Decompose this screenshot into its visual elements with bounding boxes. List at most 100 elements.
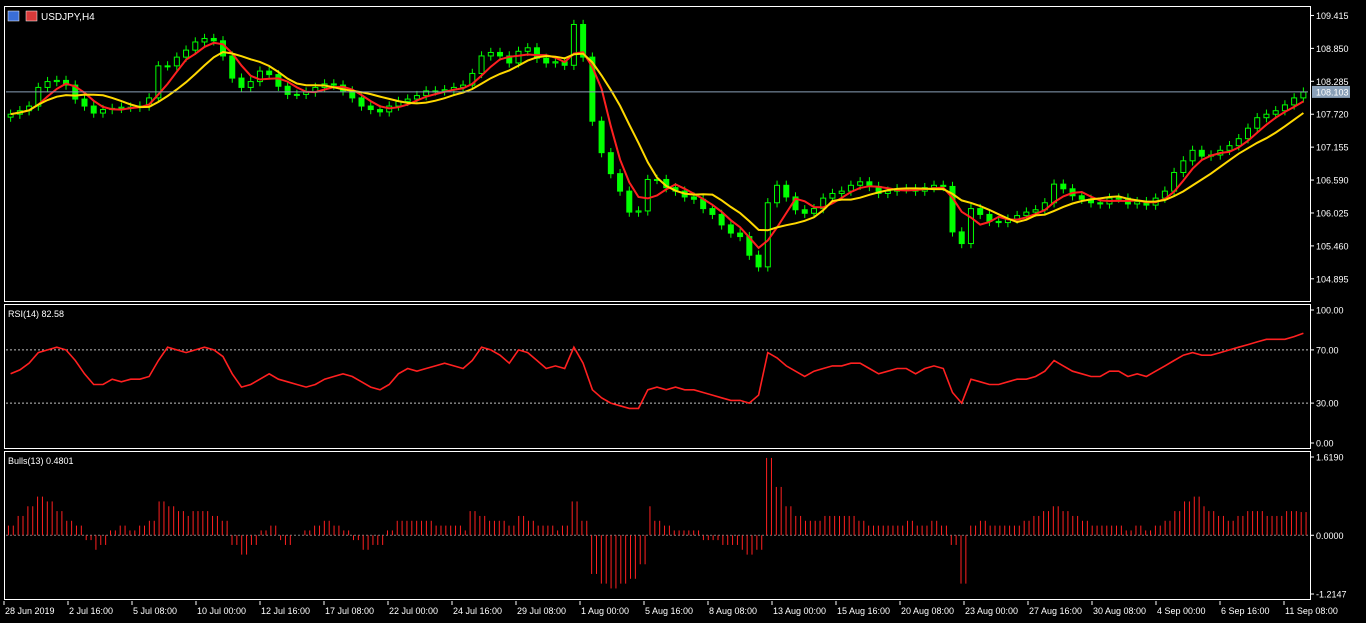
candle-body (1060, 183, 1067, 190)
rsi-panel[interactable] (4, 304, 1311, 449)
candles-icon[interactable] (7, 10, 20, 22)
candle (755, 250, 762, 272)
rsi-plot: 100.00 70.00 30.00 0.00 (6, 306, 1344, 449)
candle-body (118, 106, 125, 109)
chart-header: USDJPY,H4 (7, 10, 95, 23)
y-tick-label: 109.415 (1316, 11, 1349, 21)
candle-body (229, 55, 236, 79)
rsi-y-tick-label: 100.00 (1316, 306, 1344, 316)
candle-body (857, 181, 864, 186)
candle-body (1235, 138, 1242, 147)
candle (570, 19, 577, 70)
candle (931, 180, 938, 193)
x-tick-label: 20 Aug 08:00 (901, 606, 954, 616)
candle (44, 76, 51, 93)
candle (90, 101, 97, 118)
x-tick-label: 28 Jun 2019 (5, 606, 55, 616)
candle (238, 73, 245, 93)
candle-body (1115, 197, 1122, 200)
candle-body (330, 83, 337, 86)
y-tick-label: 105.460 (1316, 241, 1349, 251)
candle-body (543, 57, 550, 64)
candle (792, 192, 799, 215)
candle-body (99, 109, 106, 114)
candle-body (247, 81, 254, 88)
candle-body (413, 95, 420, 100)
candle-body (90, 105, 97, 114)
ma-fast-line (10, 41, 1304, 250)
price-plot: 108.103 109.415 108.850 108.285 107.720 107.1… (6, 11, 1350, 284)
candle (986, 209, 993, 227)
candle (1263, 109, 1270, 123)
candle-body (1300, 91, 1307, 99)
x-tick-label: 22 Jul 00:00 (389, 606, 438, 616)
x-tick-label: 27 Aug 16:00 (1029, 606, 1082, 616)
candle-body (838, 190, 845, 194)
x-tick-label: 30 Aug 08:00 (1093, 606, 1146, 616)
candle-body (1244, 127, 1251, 140)
candle (598, 116, 605, 158)
candle-body (626, 190, 633, 213)
bulls-title: Bulls(13) 0.4801 (8, 456, 74, 466)
candle-body (829, 192, 836, 199)
candle (247, 76, 254, 93)
candle (644, 174, 651, 216)
candle-body (709, 208, 716, 215)
properties-icon[interactable] (25, 10, 38, 22)
candle-body (977, 208, 984, 215)
x-tick-label: 8 Aug 08:00 (709, 606, 757, 616)
candle (164, 61, 171, 71)
candle-body (940, 184, 947, 187)
candle-body (570, 23, 577, 66)
bulls-panel[interactable] (4, 451, 1311, 600)
bulls-y-tick-label: 1.6190 (1316, 453, 1344, 463)
candle (783, 180, 790, 202)
candle-body (376, 109, 383, 113)
candle (118, 102, 125, 114)
candle (7, 109, 14, 122)
candle-body (1032, 209, 1039, 213)
candle-body (995, 220, 1002, 224)
candle-body (1097, 202, 1104, 205)
chart-window[interactable]: USDJPY,H4 108.103109.415108.850108.28510… (0, 0, 1366, 623)
axes: 28 Jun 2019 2 Jul 16:00 5 Jul 08:00 10 Jul … (3, 601, 1338, 616)
candle (967, 203, 974, 249)
x-tick-label: 6 Sep 16:00 (1221, 606, 1270, 616)
candle (607, 148, 614, 179)
candle-body (238, 77, 245, 88)
candle-body (1078, 195, 1085, 200)
candle-body (958, 231, 965, 245)
candle (533, 43, 540, 63)
candle-body (293, 93, 300, 96)
candle (201, 33, 208, 47)
candle (1041, 198, 1048, 215)
y-tick-label: 107.155 (1316, 143, 1349, 153)
candle (284, 81, 291, 100)
candle-body (810, 208, 817, 214)
candle-body (1180, 160, 1187, 173)
candle-body (524, 47, 531, 52)
candle-body (266, 70, 273, 76)
candle-body (515, 50, 522, 64)
bulls-y-tick-label: 0.0000 (1316, 531, 1344, 541)
candle-body (1263, 113, 1270, 119)
rsi-line (10, 332, 1304, 410)
candle (220, 36, 226, 61)
candle (1300, 87, 1307, 103)
x-tick-label: 24 Jul 16:00 (453, 606, 502, 616)
candle-body (173, 56, 180, 67)
candle-body (192, 41, 199, 51)
candle-body (275, 74, 282, 87)
candle-body (552, 61, 559, 64)
candle-body (598, 120, 605, 154)
candle (256, 66, 263, 87)
candle-body (53, 79, 60, 83)
candle-body (774, 184, 781, 204)
candle (1143, 196, 1150, 210)
candle-body (1254, 117, 1261, 129)
candle (727, 220, 734, 238)
candle-body (44, 81, 51, 88)
candle (626, 186, 633, 217)
y-tick-label: 106.590 (1316, 176, 1349, 186)
candle-body (967, 208, 974, 245)
